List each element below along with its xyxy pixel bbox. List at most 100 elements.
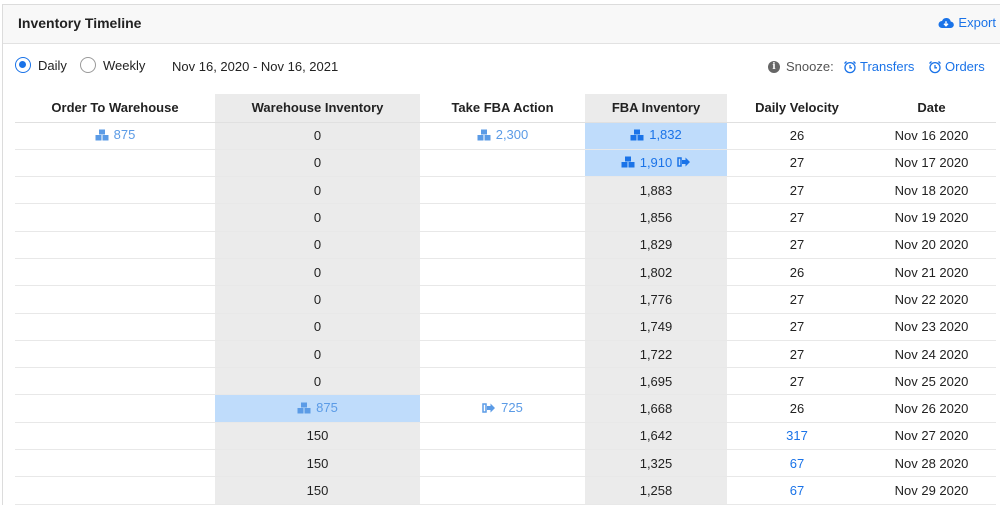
warehouse-inventory-cell: 150 [215,422,420,451]
order-to-warehouse-cell [15,422,215,451]
fba-inventory-cell: 1,668 [585,394,727,423]
warehouse-inventory-cell: 0 [215,122,420,150]
take-fba-action-cell [420,231,585,259]
fba-inventory-cell[interactable]: 1,910 [585,149,727,178]
order-to-warehouse-cell [15,176,215,205]
daily-velocity-cell: 27 [727,203,867,232]
weekly-label: Weekly [103,57,146,73]
table-row: 0 1,829 27 Nov 20 2020 [15,231,996,259]
warehouse-inventory-cell[interactable]: 875 [215,394,420,423]
cell-value: 0 [313,210,322,226]
table-row: 0 1,776 27 Nov 22 2020 [15,285,996,314]
boxes-icon [621,156,635,168]
daily-label: Daily [38,57,67,73]
cell-value: 1,802 [639,264,673,280]
take-fba-action-cell [420,422,585,451]
daily-velocity-cell: 27 [727,176,867,205]
cell-value: 1,883 [639,182,673,198]
cell-value: 1,832 [649,127,682,143]
export-label: Export [958,15,996,30]
table-row: 0 1,910 27 Nov 17 2020 [15,149,996,178]
table-row: 150 1,642 317 Nov 27 2020 [15,422,996,451]
table-row: 150 1,258 67 Nov 29 2020 [15,476,996,505]
date-cell: Nov 21 2020 [867,258,996,287]
fba-inventory-cell: 1,829 [585,231,727,259]
weekly-radio[interactable]: Weekly [80,57,145,73]
table-header-row: Order To Warehouse Warehouse Inventory T… [15,94,996,123]
cell-value: 1,695 [639,373,673,389]
table-row: 0 1,802 26 Nov 21 2020 [15,258,996,287]
take-fba-action-cell[interactable]: 2,300 [420,122,585,150]
cell-value: 0 [313,373,322,389]
cell-value: Nov 20 2020 [894,237,969,253]
cell-value: Nov 17 2020 [894,155,969,171]
date-cell: Nov 16 2020 [867,122,996,150]
order-to-warehouse-cell[interactable]: 875 [15,122,215,150]
daily-velocity-cell[interactable]: 317 [727,422,867,451]
take-fba-action-cell[interactable]: 725 [420,394,585,423]
snooze-orders-link[interactable]: Orders [928,59,985,74]
daily-velocity-cell: 27 [727,313,867,341]
cell-value: 150 [306,483,329,498]
cell-value: 26 [789,128,805,144]
daily-velocity-cell[interactable]: 67 [727,476,867,505]
date-cell: Nov 25 2020 [867,367,996,396]
date-cell: Nov 23 2020 [867,313,996,341]
fba-inventory-cell: 1,325 [585,449,727,478]
daily-velocity-cell: 26 [727,258,867,287]
warehouse-inventory-cell: 0 [215,258,420,287]
warehouse-inventory-cell: 0 [215,176,420,205]
cell-value: 67 [789,455,805,471]
cell-value: 1,722 [639,346,673,362]
warehouse-inventory-cell: 150 [215,476,420,505]
warehouse-inventory-cell: 0 [215,203,420,232]
daily-velocity-cell[interactable]: 67 [727,449,867,478]
cell-value: 27 [789,319,805,335]
orders-label: Orders [945,59,985,74]
cell-value: 26 [789,264,805,280]
date-range: Nov 16, 2020 - Nov 16, 2021 [172,59,339,74]
date-cell: Nov 29 2020 [867,476,996,505]
cell-value: 875 [316,400,338,416]
cell-value: Nov 25 2020 [894,373,969,389]
cell-value: 1,910 [639,154,673,170]
column-header-daily-velocity: Daily Velocity [727,94,867,123]
cell-value: 1,856 [639,210,673,226]
take-fba-action-cell [420,203,585,232]
cell-value: Nov 26 2020 [894,401,969,417]
cell-value: 1,325 [639,455,673,471]
boxes-icon [297,402,311,414]
cell-value: 1,776 [639,291,673,307]
fba-inventory-cell: 1,722 [585,340,727,369]
cell-value: 26 [789,401,805,417]
table-row: 150 1,325 67 Nov 28 2020 [15,449,996,478]
radio-checked-icon [15,57,31,73]
cell-value: 27 [789,182,805,198]
cell-value: 27 [789,210,805,226]
daily-velocity-cell: 27 [727,149,867,178]
fba-inventory-cell: 1,776 [585,285,727,314]
cell-value: Nov 29 2020 [894,483,969,498]
order-to-warehouse-cell [15,394,215,423]
cell-value: 317 [786,428,808,444]
fba-inventory-cell: 1,802 [585,258,727,287]
take-fba-action-cell [420,258,585,287]
snooze-transfers-link[interactable]: Transfers [843,59,914,74]
order-to-warehouse-cell [15,231,215,259]
cell-value: Nov 18 2020 [894,182,969,198]
boxes-icon [477,129,491,141]
cell-value: 27 [789,346,805,362]
fba-inventory-cell[interactable]: 1,832 [585,122,727,150]
take-fba-action-cell [420,340,585,369]
info-icon: i [768,60,780,73]
daily-radio[interactable]: Daily [15,57,67,73]
sign-in-arrow-icon [482,402,496,414]
export-button[interactable]: Export [938,15,996,30]
warehouse-inventory-cell: 150 [215,449,420,478]
cell-value: 725 [501,400,523,416]
fba-inventory-cell: 1,642 [585,422,727,451]
sign-in-arrow-icon [677,156,691,168]
fba-inventory-cell: 1,258 [585,476,727,505]
cell-value: 1,668 [639,401,673,417]
table-row: 0 1,749 27 Nov 23 2020 [15,313,996,341]
